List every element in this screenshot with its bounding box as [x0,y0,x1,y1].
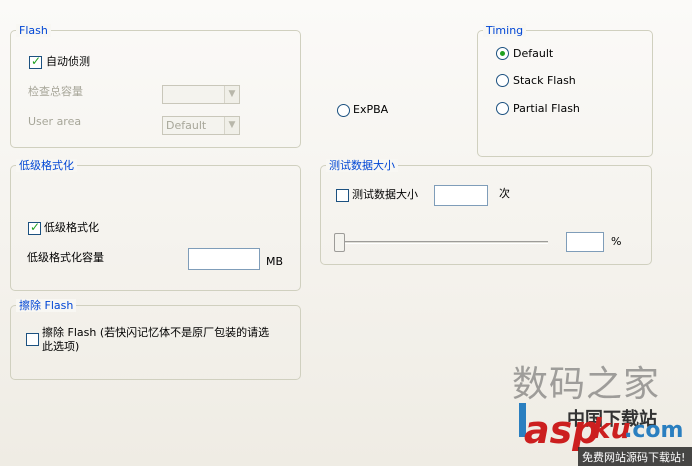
erase-flash-label-line2: 此选项) [42,340,80,353]
expba-label: ExPBA [353,103,389,116]
erase-flash-label-line1: 擦除 Flash (若快闪记忆体不是原厂包装的请选 [42,326,270,339]
test-data-checkbox[interactable] [336,189,349,202]
low-format-label: 低级格式化 [44,221,99,234]
timing-default-label: Default [513,47,554,60]
watermark-title: 数码之家 [512,364,661,405]
erase-flash-group-title: 擦除 Flash [16,299,77,312]
test-percent-slider-thumb[interactable] [334,233,345,252]
test-percent-input[interactable] [566,232,604,252]
user-area-dropdown[interactable]: Default ▼ [162,116,240,135]
timing-partial-flash-label: Partial Flash [513,102,580,115]
test-data-group-title: 测试数据大小 [326,159,398,172]
low-format-unit-label: MB [266,255,284,268]
total-capacity-label: 检查总容量 [28,85,83,98]
timing-partial-flash-radio[interactable] [496,102,509,115]
low-format-capacity-input[interactable] [188,248,260,270]
test-data-label: 测试数据大小 [352,188,418,201]
test-percent-unit-label: % [611,235,622,248]
chevron-down-icon[interactable]: ▼ [224,117,239,134]
expba-radio[interactable] [337,104,350,117]
erase-flash-checkbox[interactable] [26,333,39,346]
auto-detect-label: 自动侦测 [46,55,90,68]
timing-group-title: Timing [483,24,527,37]
low-format-group-title: 低级格式化 [16,159,77,172]
watermark-asp: asp [524,408,600,452]
checkmark-icon: ✓ [30,220,41,234]
radio-selected-dot [500,51,505,56]
timing-stack-flash-radio[interactable] [496,74,509,87]
watermark-com: .com [624,418,684,443]
low-format-checkbox[interactable]: ✓ [28,220,41,235]
test-count-input[interactable] [434,185,488,206]
checkmark-icon: ✓ [31,54,42,68]
total-capacity-dropdown[interactable]: ▼ [162,85,240,104]
watermark-footer: 免费网站源码下载站! [582,451,686,464]
flash-group-title: Flash [16,24,51,37]
chevron-down-icon[interactable]: ▼ [224,86,239,103]
timing-default-radio[interactable] [496,47,509,60]
low-format-capacity-label: 低级格式化容量 [27,251,104,264]
user-area-label: User area [28,115,82,128]
test-count-unit-label: 次 [499,187,510,200]
auto-detect-checkbox[interactable]: ✓ [29,54,42,69]
test-percent-slider-track[interactable] [336,241,548,244]
timing-stack-flash-label: Stack Flash [513,74,576,87]
